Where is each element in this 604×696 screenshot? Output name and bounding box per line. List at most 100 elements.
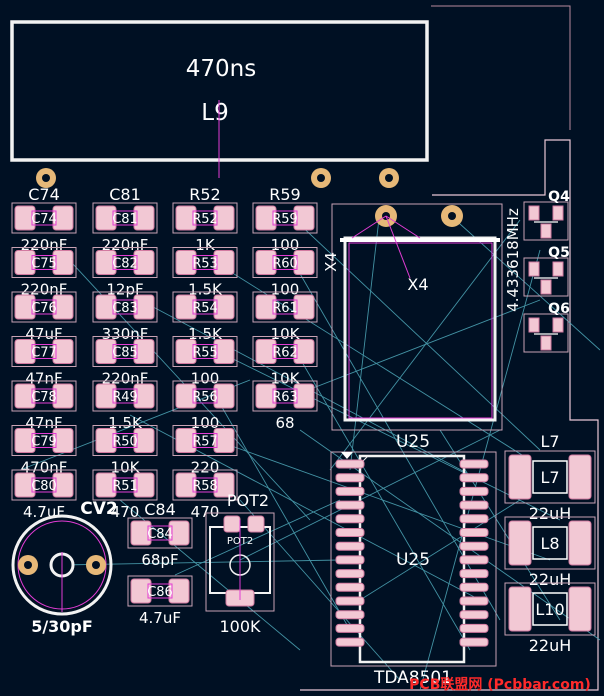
ic-pin-right (459, 500, 489, 510)
site-watermark: PCB联盟网 (Pcbbar.com) (409, 677, 591, 693)
cap-c86[interactable]: C86 4.7uF (127, 575, 193, 627)
ic-pin-right (459, 596, 489, 606)
res-r60[interactable]: R60100 (252, 247, 318, 299)
trimmer-cap-value: 5/30pF (31, 617, 93, 636)
ic-reference: U25 (396, 432, 430, 452)
inductor-pad-1 (508, 454, 532, 500)
crystal-value: 4.433618MHz (504, 208, 522, 312)
cap-c78-fab-ref: C78 (31, 390, 57, 405)
part-c82[interactable]: C8212pF (92, 247, 158, 299)
cap-c80[interactable]: C804.7uF (11, 469, 77, 521)
transistor-reference: Q4 (548, 189, 570, 205)
small-parts-column: Q4 Q5 Q6 (523, 189, 570, 353)
ic-pin-left (335, 486, 365, 496)
ic-pin-left (335, 541, 365, 551)
part-c83[interactable]: C83330nF (92, 291, 158, 343)
cap-c77[interactable]: C7747nF (11, 336, 77, 388)
resistor-column-4: R59R59100R60100R6110KR6210KR6368 (252, 185, 318, 432)
large-part-value: 470ns (186, 56, 256, 82)
part-r50[interactable]: R5010K (92, 425, 158, 477)
ic-pin-left (335, 623, 365, 633)
part-c81-fab-ref: C81 (112, 212, 138, 227)
resistor-column-3: R52R521KR531.5KR541.5KR55100R56100R57220… (172, 185, 238, 521)
ic-pin-left (335, 459, 365, 469)
ic-fab-label: U25 (396, 550, 430, 570)
res-r61[interactable]: R6110K (252, 291, 318, 343)
cap-c75-fab-ref: C75 (31, 257, 57, 272)
inductor-pad-2 (568, 586, 592, 632)
inductor-value: 22uH (529, 636, 572, 655)
crystal-link-c (385, 215, 421, 239)
res-r56-fab-ref: R56 (192, 390, 218, 405)
pot-pad-2 (247, 515, 265, 533)
cap-c75[interactable]: C75220nF (11, 247, 77, 299)
cap-c76[interactable]: C7647uF (11, 291, 77, 343)
inductor-l10[interactable]: L10 22uH (504, 582, 596, 655)
trimmer-cap-hole-right (92, 561, 100, 569)
inductor-value: 22uH (529, 570, 572, 589)
ic-pin-left (335, 610, 365, 620)
inductor-column: L7 L7 22uH L8 22uH L10 22uH (504, 432, 596, 655)
res-r52-fab-ref: R52 (192, 212, 218, 227)
ic-pin-left (335, 596, 365, 606)
part-c85[interactable]: C85220nF (92, 336, 158, 388)
ic-pin-left (335, 473, 365, 483)
res-r55[interactable]: R55100 (172, 336, 238, 388)
ic-pin-right (459, 486, 489, 496)
ic-pin-right (459, 582, 489, 592)
transistor-pad (552, 317, 564, 333)
inductor-pad-1 (508, 586, 532, 632)
part-c83-fab-ref: C83 (112, 301, 138, 316)
cap-c78[interactable]: C7847nF (11, 380, 77, 432)
transistor-pad (552, 205, 564, 221)
cap-c77-fab-ref: C77 (31, 346, 57, 361)
transistor-pad (540, 223, 552, 239)
inductor-l7[interactable]: L7 L7 22uH (504, 432, 596, 523)
transistor-pad (528, 317, 540, 333)
ic-pin-left (335, 569, 365, 579)
transistor-pad (552, 261, 564, 277)
res-r53-fab-ref: R53 (192, 257, 218, 272)
cap-c74-reference: C74 (28, 185, 60, 204)
ic-pin-right (459, 610, 489, 620)
cap-c79[interactable]: C79470nF (11, 425, 77, 477)
transistor-q4[interactable]: Q4 (523, 189, 570, 241)
ic-pin-right (459, 541, 489, 551)
part-c81[interactable]: C81C81220nF (92, 185, 158, 254)
transistor-pad (540, 335, 552, 351)
res-r52-value: 1K (195, 236, 216, 254)
ic-pin-left (335, 637, 365, 647)
inductor-reference: L7 (540, 432, 559, 451)
res-r59-reference: R59 (269, 185, 300, 204)
crystal-pads[interactable] (375, 205, 463, 227)
crystal-reference: X4 (322, 252, 340, 272)
large-part-reference: L9 (201, 100, 228, 126)
res-r54[interactable]: R541.5K (172, 291, 238, 343)
crystal-body[interactable] (343, 236, 497, 422)
res-r62-fab-ref: R62 (272, 346, 298, 361)
part-c82-fab-ref: C82 (112, 257, 138, 272)
res-r57[interactable]: R57220 (172, 425, 238, 477)
crystal-link-a (385, 215, 411, 279)
crystal-link-b (351, 215, 387, 239)
transistor-q6[interactable]: Q6 (523, 301, 570, 353)
part-c85-fab-ref: C85 (112, 346, 138, 361)
res-r59[interactable]: R59R59100 (252, 185, 318, 254)
cap-c74[interactable]: C74C74220nF (11, 185, 77, 254)
ic-pin-left (335, 582, 365, 592)
ic-pin-left (335, 528, 365, 537)
res-r63[interactable]: R63 68 (252, 380, 318, 432)
ic-pin-right (459, 528, 489, 537)
res-r63-value: 68 (275, 414, 294, 432)
res-r52[interactable]: R52 R52 1K (172, 185, 238, 254)
ic-pin-left (335, 514, 365, 524)
inductor-fab-ref: L10 (535, 600, 564, 619)
capacitor-column-1: C74C74220nFC75220nFC7647uFC7747nFC7847nF… (11, 185, 77, 521)
res-r53[interactable]: R531.5K (172, 247, 238, 299)
ic-pin-left (335, 500, 365, 510)
pot-pad-1 (223, 515, 241, 533)
res-r52-reference: R52 (189, 185, 220, 204)
res-r62[interactable]: R6210K (252, 336, 318, 388)
ic-pin-right (459, 514, 489, 524)
inductor-l8[interactable]: L8 22uH (504, 516, 596, 589)
